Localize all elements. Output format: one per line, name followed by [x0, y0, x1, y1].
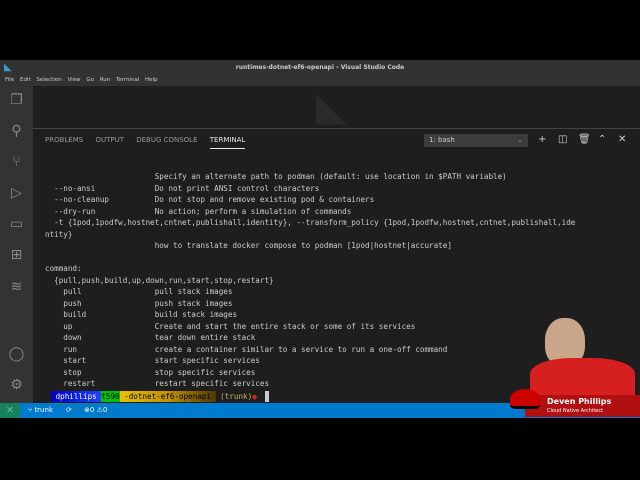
chevron-down-icon: ⌄ [517, 136, 523, 144]
terminal-line: --no-ansi Do not print ANSI control char… [45, 183, 320, 193]
presenter-overlay: Deven Phillips Cloud Native Architect [505, 318, 640, 418]
menu-help[interactable]: Help [145, 77, 158, 83]
prompt-user: dphillips [51, 391, 102, 402]
presenter-title: Cloud Native Architect [547, 408, 604, 414]
terminal-line: pull pull stack images [45, 287, 233, 296]
docker-icon[interactable]: ≋ [0, 276, 33, 298]
remote-explorer-icon[interactable]: ▭ [0, 213, 33, 235]
terminal-line: run create a container similar to a serv… [45, 344, 448, 354]
trash-icon[interactable]: 🗑 [578, 133, 591, 147]
terminal-line: Specify an alternate path to podman (def… [45, 172, 507, 181]
account-icon[interactable]: ◯ [0, 343, 33, 365]
warning-count: 0 [102, 406, 108, 414]
extensions-icon[interactable]: ⊞ [0, 244, 33, 266]
terminal-line: restart restart specific services [45, 379, 270, 388]
explorer-icon[interactable]: ❐ [0, 89, 33, 111]
tab-terminal[interactable]: TERMINAL [209, 132, 246, 149]
terminal-select-value: 1: bash [429, 136, 455, 144]
error-count: 0 [89, 406, 95, 414]
terminal-output[interactable]: Specify an alternate path to podman (def… [45, 171, 575, 390]
menu-selection[interactable]: Selection [36, 77, 61, 83]
title-bar: ◣ runtimes-dotnet-ef6-openapi - Visual S… [0, 60, 640, 75]
menu-terminal[interactable]: Terminal [116, 77, 139, 83]
terminal-line: command: [45, 264, 82, 273]
search-icon[interactable]: ⚲ [0, 120, 33, 142]
prompt-branch: (trunk) [215, 392, 253, 401]
settings-gear-icon[interactable]: ⚙ [0, 374, 33, 396]
menu-run[interactable]: Run [100, 77, 111, 83]
terminal-line: how to translate docker compose to podma… [45, 241, 452, 250]
terminal-cursor [264, 391, 269, 402]
split-terminal-icon[interactable]: ◫ [558, 133, 567, 147]
prompt-dir: -dotnet-ef6-openapi [119, 391, 216, 402]
vscode-watermark-icon: ◣ [316, 84, 347, 130]
new-terminal-icon[interactable]: + [538, 133, 546, 147]
sync-icon[interactable]: ⟳ [66, 403, 72, 418]
close-panel-icon[interactable]: ✕ [618, 133, 626, 147]
terminal-line: --dry-run No action; perform a simulatio… [45, 206, 352, 216]
maximize-panel-icon[interactable]: ⌃ [598, 133, 606, 147]
terminal-line: --no-cleanup Do not stop and remove exis… [45, 195, 375, 204]
terminal-line: up Create and start the entire stack or … [45, 321, 416, 331]
terminal-line: start start specific services [45, 356, 260, 365]
menu-file[interactable]: File [5, 77, 14, 83]
window-title: runtimes-dotnet-ef6-openapi - Visual Stu… [235, 64, 405, 71]
terminal-line: stop stop specific services [45, 367, 256, 377]
terminal-line: down tear down entire stack [45, 333, 256, 342]
branch-status[interactable]: ⑂ trunk [28, 403, 53, 418]
tab-problems[interactable]: PROBLEMS [45, 132, 83, 148]
terminal-line: -t {1pod,1podfw,hostnet,cntnet,publishal… [45, 218, 576, 227]
activity-bar: ❐ ⚲ ⑂ ▷ ▭ ⊞ ≋ ◯ ⚙ [0, 86, 33, 403]
terminal-line: {pull,push,build,up,down,run,start,stop,… [45, 275, 274, 285]
tab-debug-console[interactable]: DEBUG CONSOLE [136, 132, 197, 148]
tab-output[interactable]: OUTPUT [95, 132, 124, 148]
presenter-name: Deven Phillips [547, 397, 612, 406]
prompt-dirty-indicator: ● [252, 392, 257, 401]
menu-edit[interactable]: Edit [20, 77, 31, 83]
presenter-shirt [530, 358, 635, 398]
terminal-prompt[interactable]: dphillips t590 -dotnet-ef6-openapi (trun… [51, 391, 269, 402]
problems-status[interactable]: ⊗0 ⚠0 [84, 403, 107, 418]
menu-view[interactable]: View [67, 77, 80, 83]
vscode-logo-icon: ◣ [4, 62, 12, 73]
terminal-line: push push stack images [45, 298, 233, 308]
run-debug-icon[interactable]: ▷ [0, 182, 33, 204]
terminal-select[interactable]: 1: bash ⌄ [424, 134, 528, 147]
redhat-logo-icon [510, 389, 540, 409]
terminal-line: build build stack images [45, 310, 238, 319]
name-banner: Deven Phillips Cloud Native Architect [510, 389, 640, 417]
remote-indicator-icon[interactable]: ⤫ [0, 403, 20, 418]
source-control-icon[interactable]: ⑂ [0, 151, 33, 173]
editor-area: ◣ [33, 86, 640, 128]
prompt-host: t590 [101, 391, 120, 402]
menu-go[interactable]: Go [86, 77, 94, 83]
branch-name: trunk [34, 406, 53, 414]
terminal-line: ntity} [45, 229, 73, 239]
